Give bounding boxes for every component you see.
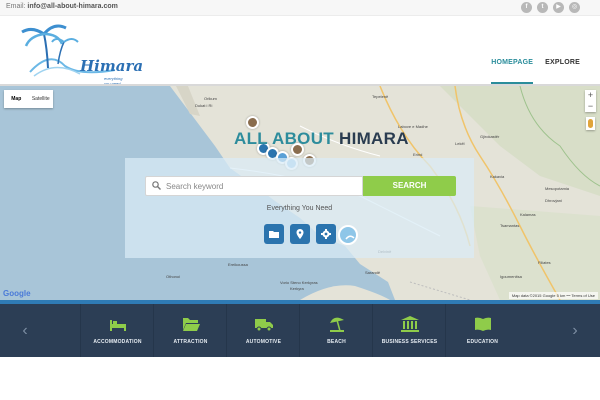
zoom-out-button[interactable]: −	[585, 101, 596, 112]
zoom-in-button[interactable]: +	[585, 90, 596, 101]
facebook-icon[interactable]: f	[521, 2, 532, 13]
category-attraction[interactable]: ATTRACTION	[153, 304, 226, 357]
search-button[interactable]: SEARCH	[363, 176, 456, 196]
map-headline: ALL ABOUT HIMARA	[234, 129, 409, 149]
email-value[interactable]: info@all-about-himara.com	[27, 3, 117, 10]
logo-text: Himara	[80, 57, 144, 75]
place-label: Othonoi	[166, 274, 181, 279]
category-label: BEACH	[327, 339, 346, 345]
map-type-control: Map Satellite	[4, 90, 53, 108]
bed-icon	[110, 320, 126, 331]
category-automotive[interactable]: AUTOMOTIVE	[226, 304, 299, 357]
headline-part1: ALL ABOUT	[234, 129, 334, 148]
settings-button[interactable]	[316, 224, 336, 244]
map-pin-icon	[296, 229, 304, 239]
search-icon	[152, 181, 161, 190]
place-label: Kalamas	[520, 212, 536, 217]
folder-icon	[269, 231, 279, 238]
street-view-icon[interactable]	[586, 117, 595, 130]
category-education[interactable]: EDUCATION	[445, 304, 518, 357]
email-label: Email:	[6, 3, 26, 10]
place-label: Tsamantas	[500, 223, 520, 228]
category-business-services[interactable]: BUSINESS SERVICES	[372, 304, 445, 357]
place-label: Orikum	[204, 96, 217, 101]
map-attribution[interactable]: Map data ©2015 Google 5 km ⎯⎯ Terms of U…	[508, 292, 598, 299]
globe-button[interactable]	[338, 225, 358, 245]
twitter-icon[interactable]: t	[537, 2, 548, 13]
nav-homepage[interactable]: HOMEPAGE	[491, 17, 534, 84]
place-label: Kerkyra	[290, 286, 304, 291]
search-subtitle: Everything You Need	[266, 205, 333, 212]
place-label: Dukat i Ri	[195, 103, 213, 108]
category-label: ACCOMMODATION	[93, 339, 142, 345]
bank-icon	[401, 316, 419, 332]
category-accommodation[interactable]: ACCOMMODATION	[80, 304, 153, 357]
place-label: Ereikoussa	[228, 262, 248, 267]
book-icon	[475, 317, 491, 331]
instagram-icon[interactable]: ◎	[569, 2, 580, 13]
place-label: Filiates	[538, 260, 551, 265]
category-label: AUTOMOTIVE	[245, 339, 282, 345]
search-panel: SEARCH Everything You Need	[125, 158, 474, 258]
map-type-satellite[interactable]: Satellite	[29, 90, 54, 108]
place-label: Lekël	[455, 141, 465, 146]
google-logo: Google	[3, 289, 31, 298]
umbrella-icon	[330, 317, 344, 332]
truck-icon	[255, 319, 273, 332]
contact-email[interactable]: Email: info@all-about-himara.com	[6, 3, 118, 10]
zoom-control: + −	[585, 90, 596, 112]
place-label: Gjirokastër	[480, 134, 500, 139]
main-nav: HOMEPAGE EXPLORE	[491, 17, 580, 84]
place-label: Tepelenë	[372, 94, 389, 99]
category-label: ATTRACTION	[173, 339, 208, 345]
place-label: Kakavia	[490, 174, 505, 179]
youtube-icon[interactable]: ▶	[553, 2, 564, 13]
category-bar: ‹ ACCOMMODATION ATTRACTION AUTOMOTIVE BE…	[0, 304, 600, 357]
folder-button[interactable]	[264, 224, 284, 244]
location-button[interactable]	[290, 224, 310, 244]
place-label: Sarandë	[365, 270, 381, 275]
category-label: BUSINESS SERVICES	[381, 339, 438, 345]
headline-part2: HIMARA	[339, 129, 409, 148]
search-input[interactable]	[166, 177, 356, 195]
site-header: Himara everything you need HOMEPAGE EXPL…	[0, 17, 600, 86]
social-links: f t ▶ ◎	[521, 2, 580, 13]
top-bar: Email: info@all-about-himara.com f t ▶ ◎	[0, 0, 600, 16]
chevron-left-icon[interactable]: ‹	[5, 304, 45, 357]
category-label: EDUCATION	[466, 339, 499, 345]
chevron-right-icon[interactable]: ›	[555, 304, 595, 357]
map-type-map[interactable]: Map	[4, 90, 29, 108]
category-beach[interactable]: BEACH	[299, 304, 372, 357]
map-marker[interactable]	[246, 116, 259, 129]
place-label: Erind	[413, 152, 423, 157]
nav-explore[interactable]: EXPLORE	[545, 17, 580, 84]
globe-icon	[345, 235, 355, 240]
gear-icon	[321, 229, 331, 239]
search-box	[145, 176, 363, 196]
place-label: Igoumenitsa	[500, 274, 522, 279]
site-logo[interactable]: Himara everything you need	[20, 20, 143, 86]
place-label: Mesopotamia	[545, 186, 570, 191]
place-label: Vorio Steno Kerkyras	[280, 280, 318, 285]
folder-open-icon	[183, 318, 200, 331]
place-label: Dhrovjani	[545, 198, 562, 203]
